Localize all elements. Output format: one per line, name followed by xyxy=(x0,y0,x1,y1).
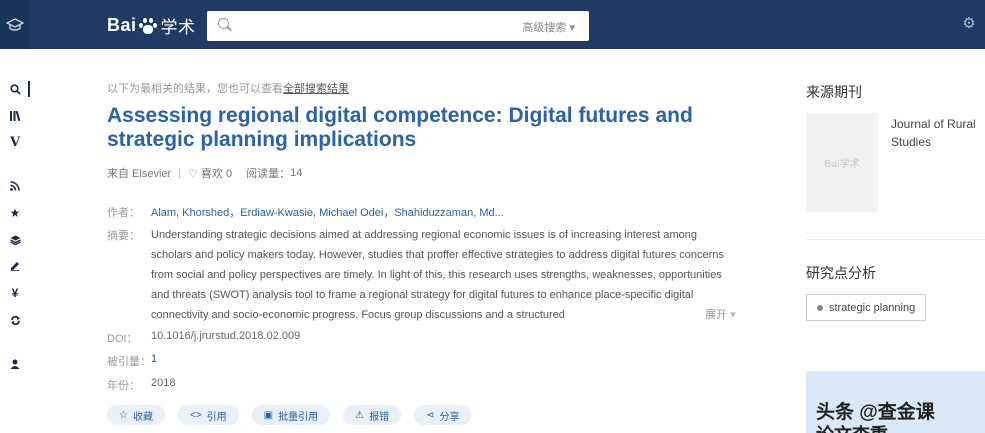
search-icon[interactable] xyxy=(0,80,30,98)
top-navbar: Bai 学术 高级搜索 ▾ ⚙ xyxy=(0,0,985,49)
code-icon: <> xyxy=(189,409,202,421)
star-outline-icon: ☆ xyxy=(119,409,128,421)
doi-value[interactable]: 10.1016/j.jrurstud.2018.02.009 xyxy=(151,330,300,342)
expand-button[interactable]: 展开 ▾ xyxy=(705,306,736,322)
search-box[interactable]: 高级搜索 ▾ xyxy=(207,11,589,41)
journal-name[interactable]: Journal of Rural Studies xyxy=(891,115,985,151)
report-label: 报错 xyxy=(369,411,390,423)
cite-label: 引用 xyxy=(206,411,227,423)
advanced-search-dropdown[interactable]: 高级搜索 ▾ xyxy=(522,19,575,35)
search-icon xyxy=(218,18,232,32)
analysis-heading: 研究点分析 xyxy=(806,265,876,281)
relevance-hint: 以下为最相关的结果，您也可以查看全部搜索结果 xyxy=(107,80,349,96)
report-button[interactable]: ⚠ 报错 xyxy=(343,405,402,425)
refresh-icon[interactable] xyxy=(0,311,30,329)
cited-label: 被引量： xyxy=(107,356,151,368)
hint-text: 以下为最相关的结果，您也可以查看 xyxy=(107,83,283,95)
tag-dot-icon xyxy=(817,304,823,311)
left-sidebar: V ★ ¥ xyxy=(0,49,30,433)
folder-icon: ▣ xyxy=(263,409,274,421)
graduation-cap-icon[interactable] xyxy=(0,0,30,49)
promo-banner[interactable]: 头条 @查金课 论文查重 xyxy=(806,371,985,433)
share-label: 分享 xyxy=(439,411,460,423)
year-row: 年份： 2018 xyxy=(107,377,175,393)
warning-icon: ⚠ xyxy=(355,409,365,421)
paper-meta: 来自 Elsevier | ♡ 喜欢 0 阅读量： 14 xyxy=(107,165,302,181)
doi-label: DOI： xyxy=(107,333,138,345)
reads-label: 阅读量： xyxy=(246,168,291,180)
action-bar: ☆ 收藏 <> 引用 ▣ 批量引用 ⚠ 报错 ⋖ 分享 xyxy=(107,405,472,425)
cite-button[interactable]: <> 引用 xyxy=(177,405,239,425)
rss-icon[interactable] xyxy=(0,177,30,195)
watermark-text-2: 论文查重 xyxy=(816,421,888,433)
watermark-text: 头条 @查金课 xyxy=(816,402,935,423)
tag-label: strategic planning xyxy=(829,301,916,314)
source-journal-heading: 来源期刊 xyxy=(806,84,862,100)
abstract-label: 摘要： xyxy=(107,230,140,242)
reads-count: 14 xyxy=(290,167,303,179)
source-label[interactable]: 来自 Elsevier xyxy=(107,165,171,181)
user-icon[interactable] xyxy=(0,355,30,373)
cited-value[interactable]: 1 xyxy=(151,353,157,365)
chevron-down-icon: ▾ xyxy=(730,309,736,321)
layers-icon[interactable] xyxy=(0,231,30,249)
research-tag[interactable]: strategic planning xyxy=(806,294,927,321)
advanced-search-label: 高级搜索 xyxy=(522,22,567,34)
edit-icon[interactable] xyxy=(0,257,30,275)
gear-icon[interactable]: ⚙ xyxy=(961,16,977,32)
paw-icon xyxy=(138,16,158,34)
abstract-row: 摘要： xyxy=(107,227,140,243)
journal-cover[interactable]: Bai学术 xyxy=(806,113,878,212)
abstract-text: Understanding strategic decisions aimed … xyxy=(151,229,724,321)
yen-icon[interactable]: ¥ xyxy=(0,284,30,302)
baidu-xueshu-logo[interactable]: Bai 学术 xyxy=(107,11,196,39)
batch-cite-label: 批量引用 xyxy=(278,411,319,423)
share-button[interactable]: ⋖ 分享 xyxy=(414,405,472,425)
star-icon[interactable]: ★ xyxy=(0,204,30,222)
doi-row: DOI： 10.1016/j.jrurstud.2018.02.009 xyxy=(107,330,300,346)
all-results-link[interactable]: 全部搜索结果 xyxy=(283,83,349,95)
cited-row: 被引量： 1 xyxy=(107,353,157,369)
authors-row: 作者： Alam, Khorshed，Erdiaw-Kwasie, Michae… xyxy=(107,204,504,220)
search-input[interactable] xyxy=(241,15,511,37)
cover-logo: Bai学术 xyxy=(824,159,860,170)
paper-title[interactable]: Assessing regional digital competence: D… xyxy=(107,104,727,152)
batch-cite-button[interactable]: ▣ 批量引用 xyxy=(251,405,331,425)
year-label: 年份： xyxy=(107,380,140,392)
share-icon: ⋖ xyxy=(426,409,435,421)
library-icon[interactable] xyxy=(0,107,30,125)
logo-text: Bai xyxy=(107,14,137,35)
v-icon[interactable]: V xyxy=(0,133,30,151)
heart-icon[interactable]: ♡ xyxy=(188,167,198,180)
collect-label: 收藏 xyxy=(132,411,153,423)
logo-text-xueshu: 学术 xyxy=(160,17,196,37)
side-divider xyxy=(806,239,985,240)
year-value: 2018 xyxy=(151,377,176,389)
authors-label: 作者： xyxy=(107,207,140,219)
expand-label: 展开 xyxy=(705,309,727,321)
authors-list[interactable]: Alam, Khorshed，Erdiaw-Kwasie, Michael Od… xyxy=(151,204,504,220)
likes-count[interactable]: 喜欢 0 xyxy=(201,165,232,181)
collect-button[interactable]: ☆ 收藏 xyxy=(107,405,165,425)
divider: | xyxy=(178,167,182,179)
